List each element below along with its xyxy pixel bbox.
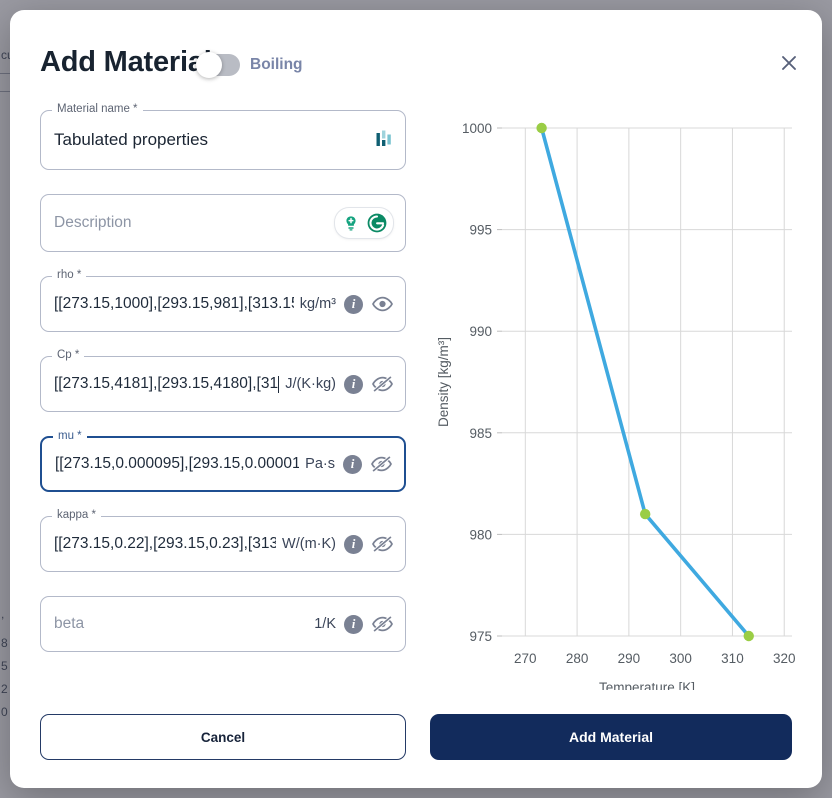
y-tick-label: 975 <box>469 629 492 644</box>
y-tick-label: 985 <box>469 426 492 441</box>
eye-hidden-icon[interactable] <box>372 376 393 392</box>
background-number: 8 <box>1 636 8 650</box>
description-field[interactable]: Description <box>40 194 406 252</box>
y-axis-label: Density [kg/m³] <box>436 337 451 427</box>
cancel-button[interactable]: Cancel <box>40 714 406 760</box>
grammarly-icon[interactable] <box>365 211 389 235</box>
info-icon[interactable]: i <box>344 614 363 634</box>
info-icon[interactable]: i <box>344 534 363 554</box>
rho-value: [[273.15,1000],[293.15,981],[313.15 <box>54 295 294 312</box>
data-point[interactable] <box>639 508 651 520</box>
boiling-toggle[interactable] <box>196 52 240 78</box>
density-chart: 975 980 985 990 995 1000 270 280 290 300 310 320 Tem… <box>430 110 802 695</box>
kappa-field[interactable]: kappa * [[273.15,0.22],[293.15,0.23],[31… <box>40 509 406 572</box>
dialog-header: Add Material Boiling <box>10 10 822 106</box>
close-icon <box>782 56 796 70</box>
cp-field[interactable]: Cp * [[273.15,4181],[293.15,4180],[313 J… <box>40 349 406 412</box>
x-tick-label: 300 <box>669 651 692 666</box>
dialog-footer: Cancel Add Material <box>40 714 792 760</box>
eye-hidden-icon[interactable] <box>372 616 393 632</box>
material-name-field[interactable]: Material name * Tabulated properties <box>40 103 406 170</box>
y-tick-label: 995 <box>469 223 492 238</box>
mu-label: mu * <box>53 430 87 442</box>
bar-chart-icon[interactable] <box>375 130 393 150</box>
kappa-label: kappa * <box>52 509 102 521</box>
mu-value: [[273.15,0.000095],[293.15,0.00001],[ <box>55 455 300 472</box>
lightbulb-icon[interactable] <box>339 211 363 235</box>
add-material-dialog: Add Material Boiling Material name * Tab… <box>10 10 822 788</box>
description-placeholder: Description <box>54 214 132 231</box>
background-number: 0 <box>1 705 8 719</box>
info-icon[interactable]: i <box>344 294 363 314</box>
add-material-button[interactable]: Add Material <box>430 714 792 760</box>
background-number: 2 <box>1 682 8 696</box>
x-tick-label: 280 <box>566 651 589 666</box>
background-comma: , <box>1 607 5 621</box>
x-axis-label: Temperature [K] <box>599 680 695 690</box>
x-tick-label: 270 <box>514 651 537 666</box>
y-tick-label: 990 <box>469 324 492 339</box>
beta-placeholder: beta <box>54 615 85 632</box>
mu-field[interactable]: mu * [[273.15,0.000095],[293.15,0.00001]… <box>40 430 406 492</box>
chart-canvas: 975 980 985 990 995 1000 270 280 290 300 310 320 Tem… <box>436 121 796 695</box>
beta-field[interactable]: beta 1/K i <box>40 596 406 652</box>
x-tick-label: 290 <box>618 651 641 666</box>
x-tick-label: 320 <box>773 651 796 666</box>
eye-visible-icon[interactable] <box>372 296 393 312</box>
data-point[interactable] <box>536 122 547 134</box>
y-tick-label: 980 <box>469 527 492 542</box>
info-icon[interactable]: i <box>344 374 363 394</box>
x-tick-label: 310 <box>721 651 744 666</box>
page-title: Add Material <box>40 46 212 78</box>
kappa-value: [[273.15,0.22],[293.15,0.23],[313. <box>54 535 277 552</box>
cp-label: Cp * <box>52 349 85 361</box>
background-number: 5 <box>1 659 8 673</box>
mu-unit: Pa·s <box>305 456 335 472</box>
grammarly-adornments <box>335 208 393 238</box>
material-name-label: Material name * <box>52 103 143 115</box>
rho-field[interactable]: rho * [[273.15,1000],[293.15,981],[313.1… <box>40 269 406 332</box>
y-tick-label: 1000 <box>462 121 492 136</box>
toggle-knob <box>196 52 222 78</box>
close-button[interactable] <box>774 48 804 78</box>
kappa-unit: W/(m·K) <box>282 536 336 552</box>
cp-unit: J/(K·kg) <box>285 376 336 392</box>
eye-hidden-icon[interactable] <box>371 456 392 472</box>
beta-unit: 1/K <box>314 616 336 632</box>
rho-label: rho * <box>52 269 87 281</box>
rho-unit: kg/m³ <box>299 296 336 312</box>
material-name-value: Tabulated properties <box>54 130 209 149</box>
info-icon[interactable]: i <box>343 454 362 474</box>
cp-value: [[273.15,4181],[293.15,4180],[313 <box>54 375 279 392</box>
material-form: Material name * Tabulated properties Des… <box>40 103 406 676</box>
boiling-label: Boiling <box>250 56 303 73</box>
data-point[interactable] <box>743 630 754 642</box>
eye-hidden-icon[interactable] <box>372 536 393 552</box>
boiling-toggle-group: Boiling <box>196 52 303 78</box>
